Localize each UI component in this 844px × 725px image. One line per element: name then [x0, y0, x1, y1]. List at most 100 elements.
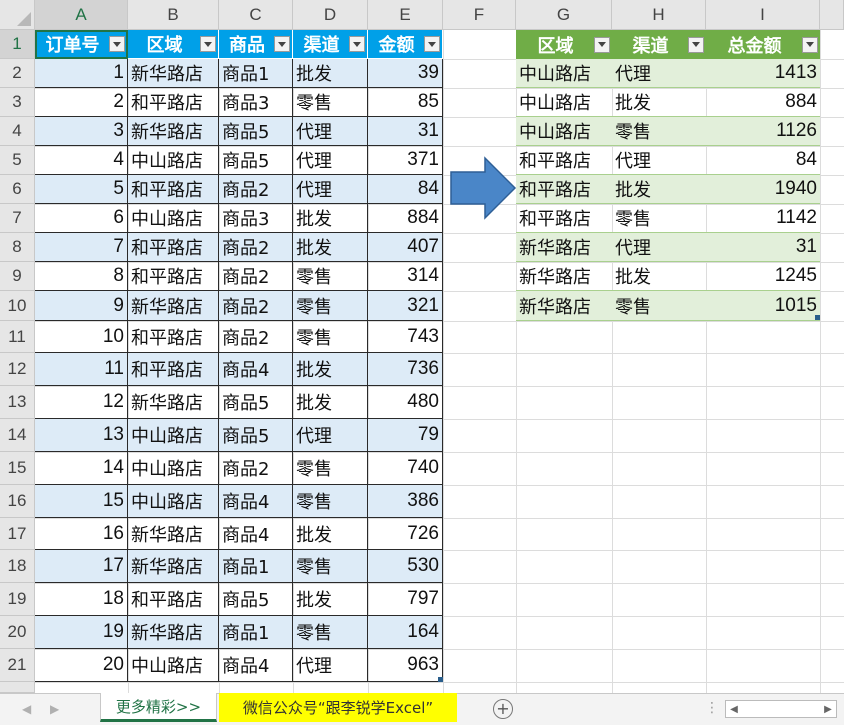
row-header-15[interactable]: 15 — [0, 452, 35, 485]
table2-cell-total-amount[interactable]: 84 — [706, 146, 820, 175]
table1-cell-amount[interactable]: 386 — [368, 485, 443, 518]
row-header-3[interactable]: 3 — [0, 88, 35, 117]
column-header-g[interactable]: G — [516, 0, 612, 30]
table1-cell-amount[interactable]: 314 — [368, 262, 443, 291]
table2-cell-total-amount[interactable]: 1126 — [706, 117, 820, 146]
table1-cell-order-no[interactable]: 9 — [35, 291, 128, 321]
table1-cell-region[interactable]: 和平路店 — [128, 583, 219, 616]
table1-cell-region[interactable]: 和平路店 — [128, 353, 219, 386]
table2-header-region[interactable]: 区域 — [516, 30, 612, 59]
table1-cell-order-no[interactable]: 6 — [35, 204, 128, 233]
column-header-d[interactable]: D — [293, 0, 368, 30]
table1-cell-product[interactable]: 商品2 — [219, 452, 293, 485]
table1-cell-product[interactable]: 商品5 — [219, 117, 293, 146]
table1-cell-amount[interactable]: 797 — [368, 583, 443, 616]
table1-cell-amount[interactable]: 164 — [368, 616, 443, 649]
table1-cell-channel[interactable]: 零售 — [293, 321, 368, 353]
prev-sheet-icon[interactable]: ◀ — [22, 702, 31, 716]
filter-dropdown-icon[interactable] — [200, 36, 216, 52]
filter-dropdown-icon[interactable] — [109, 36, 125, 52]
table1-cell-product[interactable]: 商品5 — [219, 386, 293, 419]
row-header-4[interactable]: 4 — [0, 117, 35, 146]
column-header-i[interactable]: I — [706, 0, 820, 30]
table1-cell-channel[interactable]: 代理 — [293, 175, 368, 204]
row-header-5[interactable]: 5 — [0, 146, 35, 175]
row-header-21[interactable]: 21 — [0, 649, 35, 682]
filter-dropdown-icon[interactable] — [349, 36, 365, 52]
table1-cell-product[interactable]: 商品1 — [219, 59, 293, 88]
table1-cell-product[interactable]: 商品2 — [219, 321, 293, 353]
table1-cell-order-no[interactable]: 13 — [35, 419, 128, 452]
table2-header-total-amount[interactable]: 总金额 — [706, 30, 820, 59]
table1-cell-channel[interactable]: 批发 — [293, 386, 368, 419]
table2-cell-total-amount[interactable]: 1245 — [706, 262, 820, 291]
table1-cell-region[interactable]: 和平路店 — [128, 233, 219, 262]
table1-cell-product[interactable]: 商品5 — [219, 419, 293, 452]
table1-cell-order-no[interactable]: 20 — [35, 649, 128, 682]
filter-dropdown-icon[interactable] — [688, 36, 704, 53]
table1-header-region[interactable]: 区域 — [128, 30, 219, 59]
table2-cell-region[interactable]: 新华路店 — [516, 291, 612, 321]
row-header-6[interactable]: 6 — [0, 175, 35, 204]
table1-cell-order-no[interactable]: 7 — [35, 233, 128, 262]
table2-cell-region[interactable]: 和平路店 — [516, 175, 612, 204]
table1-header-product[interactable]: 商品 — [219, 30, 293, 59]
filter-dropdown-icon[interactable] — [594, 36, 610, 53]
table1-cell-order-no[interactable]: 11 — [35, 353, 128, 386]
table2-cell-total-amount[interactable]: 884 — [706, 88, 820, 117]
row-header-14[interactable]: 14 — [0, 419, 35, 452]
table1-cell-amount[interactable]: 884 — [368, 204, 443, 233]
table2-cell-channel[interactable]: 批发 — [612, 262, 706, 291]
table1-cell-amount[interactable]: 321 — [368, 291, 443, 321]
sheet-tab-more[interactable]: 更多精彩>> — [100, 693, 217, 722]
table1-cell-amount[interactable]: 743 — [368, 321, 443, 353]
table1-cell-region[interactable]: 新华路店 — [128, 59, 219, 88]
filter-dropdown-icon[interactable] — [424, 36, 440, 52]
table1-resize-handle[interactable] — [438, 677, 443, 682]
table1-cell-order-no[interactable]: 18 — [35, 583, 128, 616]
table1-cell-region[interactable]: 中山路店 — [128, 146, 219, 175]
table1-cell-channel[interactable]: 零售 — [293, 88, 368, 117]
table1-cell-channel[interactable]: 零售 — [293, 262, 368, 291]
table1-cell-product[interactable]: 商品4 — [219, 649, 293, 682]
table2-cell-channel[interactable]: 批发 — [612, 88, 706, 117]
table1-cell-order-no[interactable]: 5 — [35, 175, 128, 204]
table1-cell-product[interactable]: 商品2 — [219, 175, 293, 204]
filter-dropdown-icon[interactable] — [274, 36, 290, 52]
table1-cell-region[interactable]: 新华路店 — [128, 518, 219, 550]
table1-cell-product[interactable]: 商品4 — [219, 353, 293, 386]
column-header-c[interactable]: C — [219, 0, 293, 30]
table2-resize-handle[interactable] — [815, 315, 820, 320]
table1-cell-product[interactable]: 商品2 — [219, 262, 293, 291]
table2-header-channel[interactable]: 渠道 — [612, 30, 706, 59]
table1-cell-amount[interactable]: 963 — [368, 649, 443, 682]
table1-cell-channel[interactable]: 批发 — [293, 233, 368, 262]
table1-cell-amount[interactable]: 530 — [368, 550, 443, 583]
table1-cell-amount[interactable]: 407 — [368, 233, 443, 262]
table1-cell-channel[interactable]: 零售 — [293, 550, 368, 583]
column-header-h[interactable]: H — [612, 0, 706, 30]
column-header-f[interactable]: F — [443, 0, 516, 30]
scroll-right-icon[interactable]: ▶ — [820, 701, 836, 717]
row-header-1[interactable]: 1 — [0, 30, 35, 59]
row-header-8[interactable]: 8 — [0, 233, 35, 262]
table1-cell-product[interactable]: 商品5 — [219, 583, 293, 616]
table1-cell-region[interactable]: 新华路店 — [128, 616, 219, 649]
row-header-16[interactable]: 16 — [0, 485, 35, 518]
table1-cell-order-no[interactable]: 14 — [35, 452, 128, 485]
table1-cell-amount[interactable]: 736 — [368, 353, 443, 386]
table1-header-channel[interactable]: 渠道 — [293, 30, 368, 59]
table1-cell-product[interactable]: 商品5 — [219, 146, 293, 175]
horizontal-scrollbar[interactable]: ◀ ▶ — [725, 700, 837, 718]
more-options-icon[interactable]: ⋮ — [705, 700, 719, 716]
row-header-13[interactable]: 13 — [0, 386, 35, 419]
table2-cell-channel[interactable]: 零售 — [612, 204, 706, 233]
row-header-7[interactable]: 7 — [0, 204, 35, 233]
table1-cell-order-no[interactable]: 16 — [35, 518, 128, 550]
table1-cell-amount[interactable]: 79 — [368, 419, 443, 452]
table2-cell-total-amount[interactable]: 1015 — [706, 291, 820, 321]
table1-cell-channel[interactable]: 零售 — [293, 485, 368, 518]
table1-cell-product[interactable]: 商品2 — [219, 291, 293, 321]
sheet-tab-wechat[interactable]: 微信公众号“跟李锐学Excel” — [219, 693, 457, 722]
table1-cell-product[interactable]: 商品2 — [219, 233, 293, 262]
